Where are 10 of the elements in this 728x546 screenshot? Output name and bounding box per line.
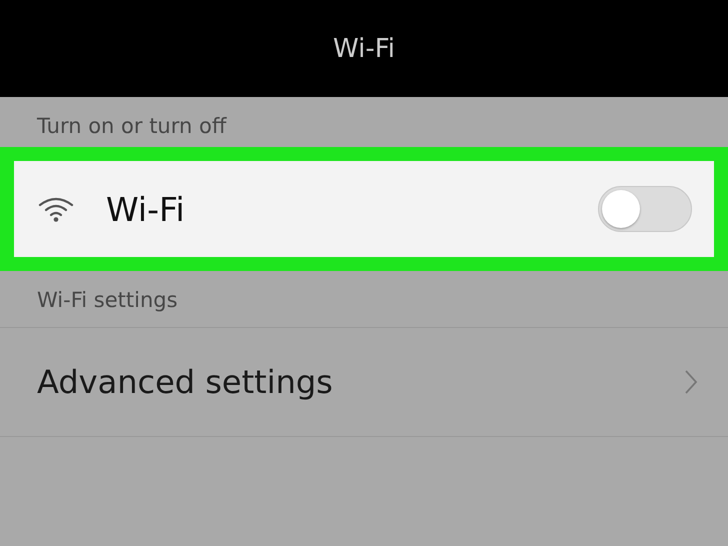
section-label: Wi-Fi settings <box>36 287 179 314</box>
settings-row[interactable]: Advanced settings <box>0 327 728 437</box>
section-label: Turn on or turn off <box>36 113 228 140</box>
chevron-right-icon <box>684 369 698 395</box>
wifi-icon <box>38 196 74 222</box>
toggle-switch[interactable] <box>598 186 692 232</box>
screen-title: Wi-Fi <box>332 34 396 64</box>
row-label: Wi-Fi <box>106 190 186 228</box>
row-label: Advanced settings <box>37 363 334 401</box>
settings-row[interactable]: Wi-Fi <box>0 147 728 271</box>
